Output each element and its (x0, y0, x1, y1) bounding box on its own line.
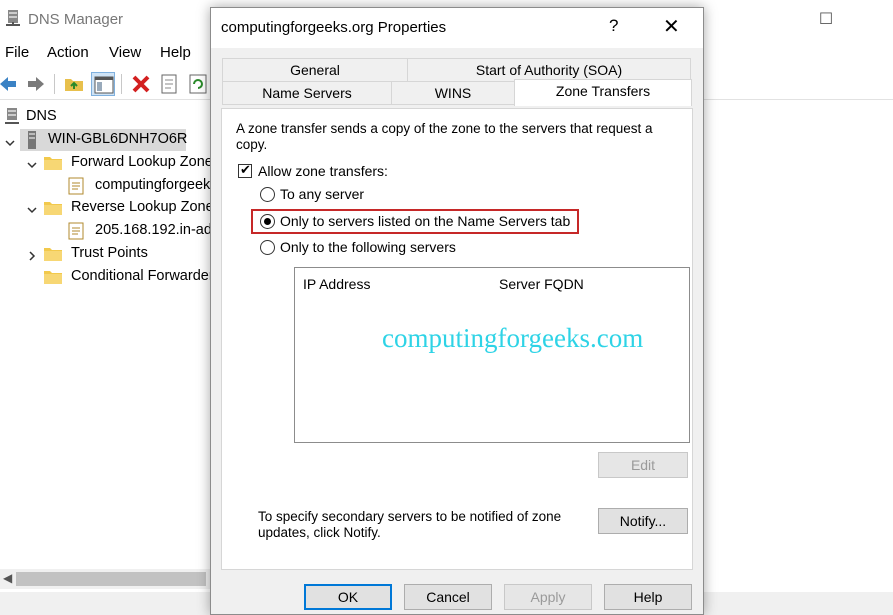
radio-name-servers-tab[interactable] (260, 214, 275, 229)
menu-view[interactable]: View (109, 44, 141, 61)
tree-item-forward-zone[interactable]: computingforgeeks.org (68, 175, 215, 197)
dns-server-icon (6, 10, 20, 26)
show-hide-tree-icon[interactable] (91, 72, 115, 96)
tree-label-reverse-zone: 205.168.192.in-addr.arpa (95, 222, 215, 238)
tree-label-forward-zone: computingforgeeks.org (95, 177, 215, 193)
zone-file-icon (68, 177, 84, 195)
folder-icon (44, 157, 62, 170)
column-ip-address[interactable]: IP Address (295, 268, 491, 300)
folder-icon (44, 271, 62, 284)
server-list-table[interactable]: IP Address Server FQDN (294, 267, 690, 443)
zone-file-icon (68, 222, 84, 240)
folder-icon (44, 202, 62, 215)
allow-zone-transfers-checkbox[interactable]: ✔ (238, 162, 252, 178)
tree-label-trust-points: Trust Points (71, 245, 148, 261)
tree-item-conditional-forwarders[interactable]: Conditional Forwarders (44, 266, 215, 288)
forward-arrow-icon[interactable] (24, 72, 48, 96)
refresh-icon[interactable] (186, 72, 208, 96)
tree-label-dns: DNS (26, 108, 57, 124)
server-icon (28, 131, 36, 149)
close-icon[interactable]: ✕ (663, 14, 680, 39)
chevron-down-icon[interactable] (26, 204, 38, 216)
properties-icon[interactable] (157, 72, 181, 96)
scroll-left-icon[interactable]: ◀ (3, 571, 12, 585)
tree-item-reverse-zone[interactable]: 205.168.192.in-addr.arpa (68, 220, 215, 242)
tree-item-dns[interactable]: DNS (0, 106, 215, 128)
dialog-titlebar: computingforgeeks.org Properties ? ✕ (211, 8, 703, 48)
label-name-servers-tab: Only to servers listed on the Name Serve… (280, 213, 571, 229)
apply-button[interactable]: Apply (504, 584, 592, 610)
tree-label-conditional-forwarders: Conditional Forwarders (71, 268, 215, 284)
ok-button[interactable]: OK (304, 584, 392, 610)
tree-item-reverse-lookup-zones[interactable]: Reverse Lookup Zones (44, 197, 215, 219)
delete-icon[interactable] (129, 72, 153, 96)
menu-action[interactable]: Action (47, 44, 89, 61)
help-icon[interactable]: ? (609, 16, 618, 36)
edit-button[interactable]: Edit (598, 452, 688, 478)
dialog-title: computingforgeeks.org Properties (221, 19, 447, 36)
cancel-button[interactable]: Cancel (404, 584, 492, 610)
tree-label-forward-lookup-zones: Forward Lookup Zones (71, 154, 215, 170)
tab-wins[interactable]: WINS (391, 81, 515, 105)
tree-item-server[interactable]: WIN-GBL6DNH7O6R (20, 129, 188, 151)
main-window-title: DNS Manager (28, 11, 124, 28)
zone-transfer-description: A zone transfer sends a copy of the zone… (236, 121, 653, 152)
checkmark-icon: ✔ (240, 162, 251, 177)
zone-transfers-panel: A zone transfer sends a copy of the zone… (221, 108, 693, 570)
label-following-servers: Only to the following servers (280, 239, 456, 255)
back-arrow-icon[interactable] (0, 72, 20, 96)
up-folder-icon[interactable] (62, 72, 86, 96)
scrollbar-thumb[interactable] (16, 572, 206, 586)
menu-help[interactable]: Help (160, 44, 191, 61)
column-server-fqdn[interactable]: Server FQDN (491, 268, 689, 300)
help-button[interactable]: Help (604, 584, 692, 610)
console-tree: DNS WIN-GBL6DNH7O6R Forward Lookup Zones… (0, 104, 215, 564)
chevron-right-icon[interactable] (26, 250, 38, 262)
tree-item-forward-lookup-zones[interactable]: Forward Lookup Zones (44, 152, 215, 174)
tree-label-reverse-lookup-zones: Reverse Lookup Zones (71, 199, 215, 215)
tree-label-server: WIN-GBL6DNH7O6R (48, 131, 188, 147)
maximize-button[interactable]: ☐ (806, 6, 846, 34)
radio-following-servers[interactable] (260, 240, 275, 255)
chevron-down-icon[interactable] (26, 159, 38, 171)
label-any-server: To any server (280, 186, 365, 202)
chevron-down-icon[interactable] (4, 137, 16, 149)
menu-file[interactable]: File (5, 44, 29, 61)
radio-any-server[interactable] (260, 187, 275, 202)
dns-server-icon (5, 108, 19, 124)
tree-item-trust-points[interactable]: Trust Points (44, 243, 215, 265)
tree-horizontal-scrollbar[interactable]: ◀ (0, 569, 215, 589)
zone-properties-dialog: computingforgeeks.org Properties ? ✕ Gen… (210, 7, 704, 615)
tab-name-servers[interactable]: Name Servers (222, 81, 392, 105)
tab-general[interactable]: General (222, 58, 408, 82)
notify-description: To specify secondary servers to be notif… (258, 509, 562, 540)
folder-icon (44, 248, 62, 261)
allow-zone-transfers-label: Allow zone transfers: (258, 163, 388, 179)
watermark-text: computingforgeeks.com (382, 323, 644, 353)
notify-button[interactable]: Notify... (598, 508, 688, 534)
tab-zone-transfers[interactable]: Zone Transfers (514, 79, 692, 106)
